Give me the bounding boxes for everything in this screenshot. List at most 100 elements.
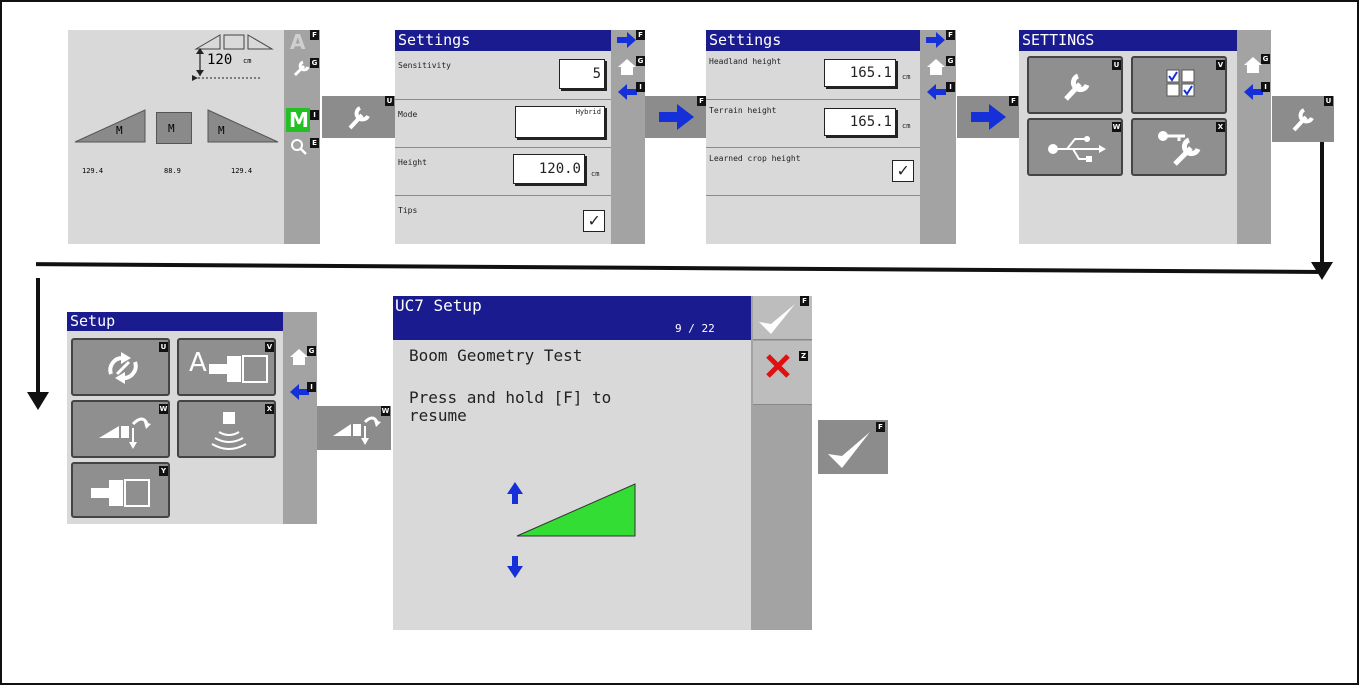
wrench-icon[interactable]	[292, 58, 312, 78]
tips-row: Tips ✓	[395, 195, 611, 244]
key-i: I	[636, 82, 645, 92]
terrain-row: Terrain height 165.1 cm	[706, 99, 920, 147]
connector-down-left	[36, 278, 40, 394]
headland-field[interactable]: 165.1	[824, 59, 896, 87]
auto-mode-button[interactable]: A	[290, 30, 305, 54]
cylinder-tile[interactable]: Y	[71, 462, 170, 518]
key-f: F	[636, 30, 645, 40]
options-tile[interactable]: V	[1131, 56, 1227, 114]
boom-geometry-tile[interactable]: W	[71, 400, 170, 458]
auto-sensor-tile[interactable]: A V	[177, 338, 276, 396]
learned-checkbox[interactable]: ✓	[892, 160, 914, 182]
auto-label: A	[189, 348, 207, 378]
settings2-title: Settings	[706, 30, 920, 51]
arrow-right-icon[interactable]	[617, 32, 637, 48]
sensitivity-field[interactable]: 5	[559, 59, 605, 89]
setup-sidebar	[283, 312, 317, 524]
arrow-down-icon	[27, 392, 49, 410]
wrench-icon	[348, 106, 370, 130]
boom-tilt-diagram-icon	[507, 482, 636, 578]
key-w: W	[381, 406, 390, 416]
left-reading: 129.4	[82, 167, 104, 175]
boom-geometry-icon	[333, 416, 381, 445]
height-field[interactable]: 120.0	[513, 154, 585, 184]
close-icon	[766, 354, 790, 378]
home-icon[interactable]	[1243, 56, 1263, 74]
run-screen: 120 cm M M M 129.4 88.9 129.4 A F G M I …	[68, 30, 320, 244]
settings-screen-2: Settings Headland height 165.1 cm Terrai…	[706, 30, 956, 244]
arrow-left-icon[interactable]	[1243, 84, 1263, 100]
key-i: I	[1261, 82, 1270, 92]
height-unit: cm	[591, 170, 600, 178]
empty-row	[706, 195, 920, 244]
step-confirm-button[interactable]: F	[818, 420, 888, 474]
key-f: F	[697, 96, 706, 106]
mode-field[interactable]: Hybrid	[515, 106, 605, 138]
checkmark-icon	[828, 432, 870, 468]
arrow-left-icon[interactable]	[289, 384, 309, 400]
key-y: Y	[159, 466, 168, 476]
step-next-button-1[interactable]: F	[645, 96, 707, 138]
arrow-left-icon[interactable]	[617, 84, 637, 100]
step-wrench-button-2[interactable]: U	[1272, 96, 1334, 142]
checkmark-icon	[759, 304, 795, 334]
calibration-tile[interactable]: U	[71, 338, 170, 396]
right-reading: 129.4	[231, 167, 253, 175]
sensitivity-label: Sensitivity	[398, 61, 451, 70]
arrow-right-icon[interactable]	[926, 32, 946, 48]
wrench-icon	[1064, 73, 1090, 101]
key-i: I	[307, 382, 316, 392]
uc7-instruction-line1: Press and hold [F] to	[409, 388, 612, 407]
confirm-button[interactable]: F	[753, 296, 812, 340]
home-icon[interactable]	[926, 58, 946, 76]
learned-label: Learned crop height	[709, 154, 801, 163]
headland-label: Headland height	[709, 57, 782, 66]
uc7-setup-screen: UC7 Setup 9 / 22 Boom Geometry Test Pres…	[393, 296, 812, 630]
home-icon[interactable]	[617, 58, 637, 76]
mode-label: Mode	[398, 110, 418, 119]
uc7-heading: Boom Geometry Test	[409, 346, 583, 365]
key-w: W	[1112, 122, 1121, 132]
setup-screen: Setup U A V W X Y G I	[67, 312, 317, 524]
key-w: W	[159, 404, 168, 414]
key-i: I	[946, 82, 955, 92]
height-indicator-icon	[192, 48, 260, 81]
learned-row: Learned crop height ✓	[706, 147, 920, 195]
step-boom-geometry-button[interactable]: W	[317, 406, 391, 450]
uc7-instruction-line2: resume	[409, 406, 467, 425]
right-section-mode: M	[218, 124, 225, 137]
cancel-button[interactable]: Z	[753, 341, 812, 405]
tips-checkbox[interactable]: ✓	[583, 210, 605, 232]
search-icon[interactable]	[290, 138, 308, 156]
uc7-page-counter: 9 / 22	[675, 322, 715, 335]
key-f: F	[876, 422, 885, 432]
key-x: X	[265, 404, 274, 414]
sensor-signal-tile[interactable]: X	[177, 400, 276, 458]
step-wrench-button[interactable]: U	[322, 96, 396, 138]
settings-menu-title: SETTINGS	[1019, 30, 1237, 51]
wrench-tile[interactable]: U	[1027, 56, 1123, 114]
key-z: Z	[799, 351, 808, 361]
key-v: V	[265, 342, 274, 352]
terrain-field[interactable]: 165.1	[824, 108, 896, 136]
headland-unit: cm	[902, 73, 911, 81]
key-wrench-icon	[1158, 131, 1201, 166]
usb-tile[interactable]: W	[1027, 118, 1123, 176]
key-f: F	[310, 30, 319, 40]
step-next-button-2[interactable]: F	[957, 96, 1019, 138]
key-f: F	[946, 30, 955, 40]
home-icon[interactable]	[289, 348, 309, 366]
terrain-label: Terrain height	[709, 106, 777, 115]
height-label: Height	[398, 158, 427, 167]
boom-geometry-icon	[99, 417, 151, 449]
cylinder-icon	[91, 479, 150, 507]
service-tile[interactable]: X	[1131, 118, 1227, 176]
key-u: U	[1112, 60, 1121, 70]
settings-screen-1: Settings Sensitivity 5 Mode Hybrid Heigh…	[395, 30, 645, 244]
key-x: X	[1216, 122, 1225, 132]
key-f: F	[800, 296, 809, 306]
connector-down-right	[1320, 142, 1324, 266]
setup-title: Setup	[67, 312, 283, 331]
left-section-mode: M	[116, 124, 123, 137]
arrow-left-icon[interactable]	[926, 84, 946, 100]
